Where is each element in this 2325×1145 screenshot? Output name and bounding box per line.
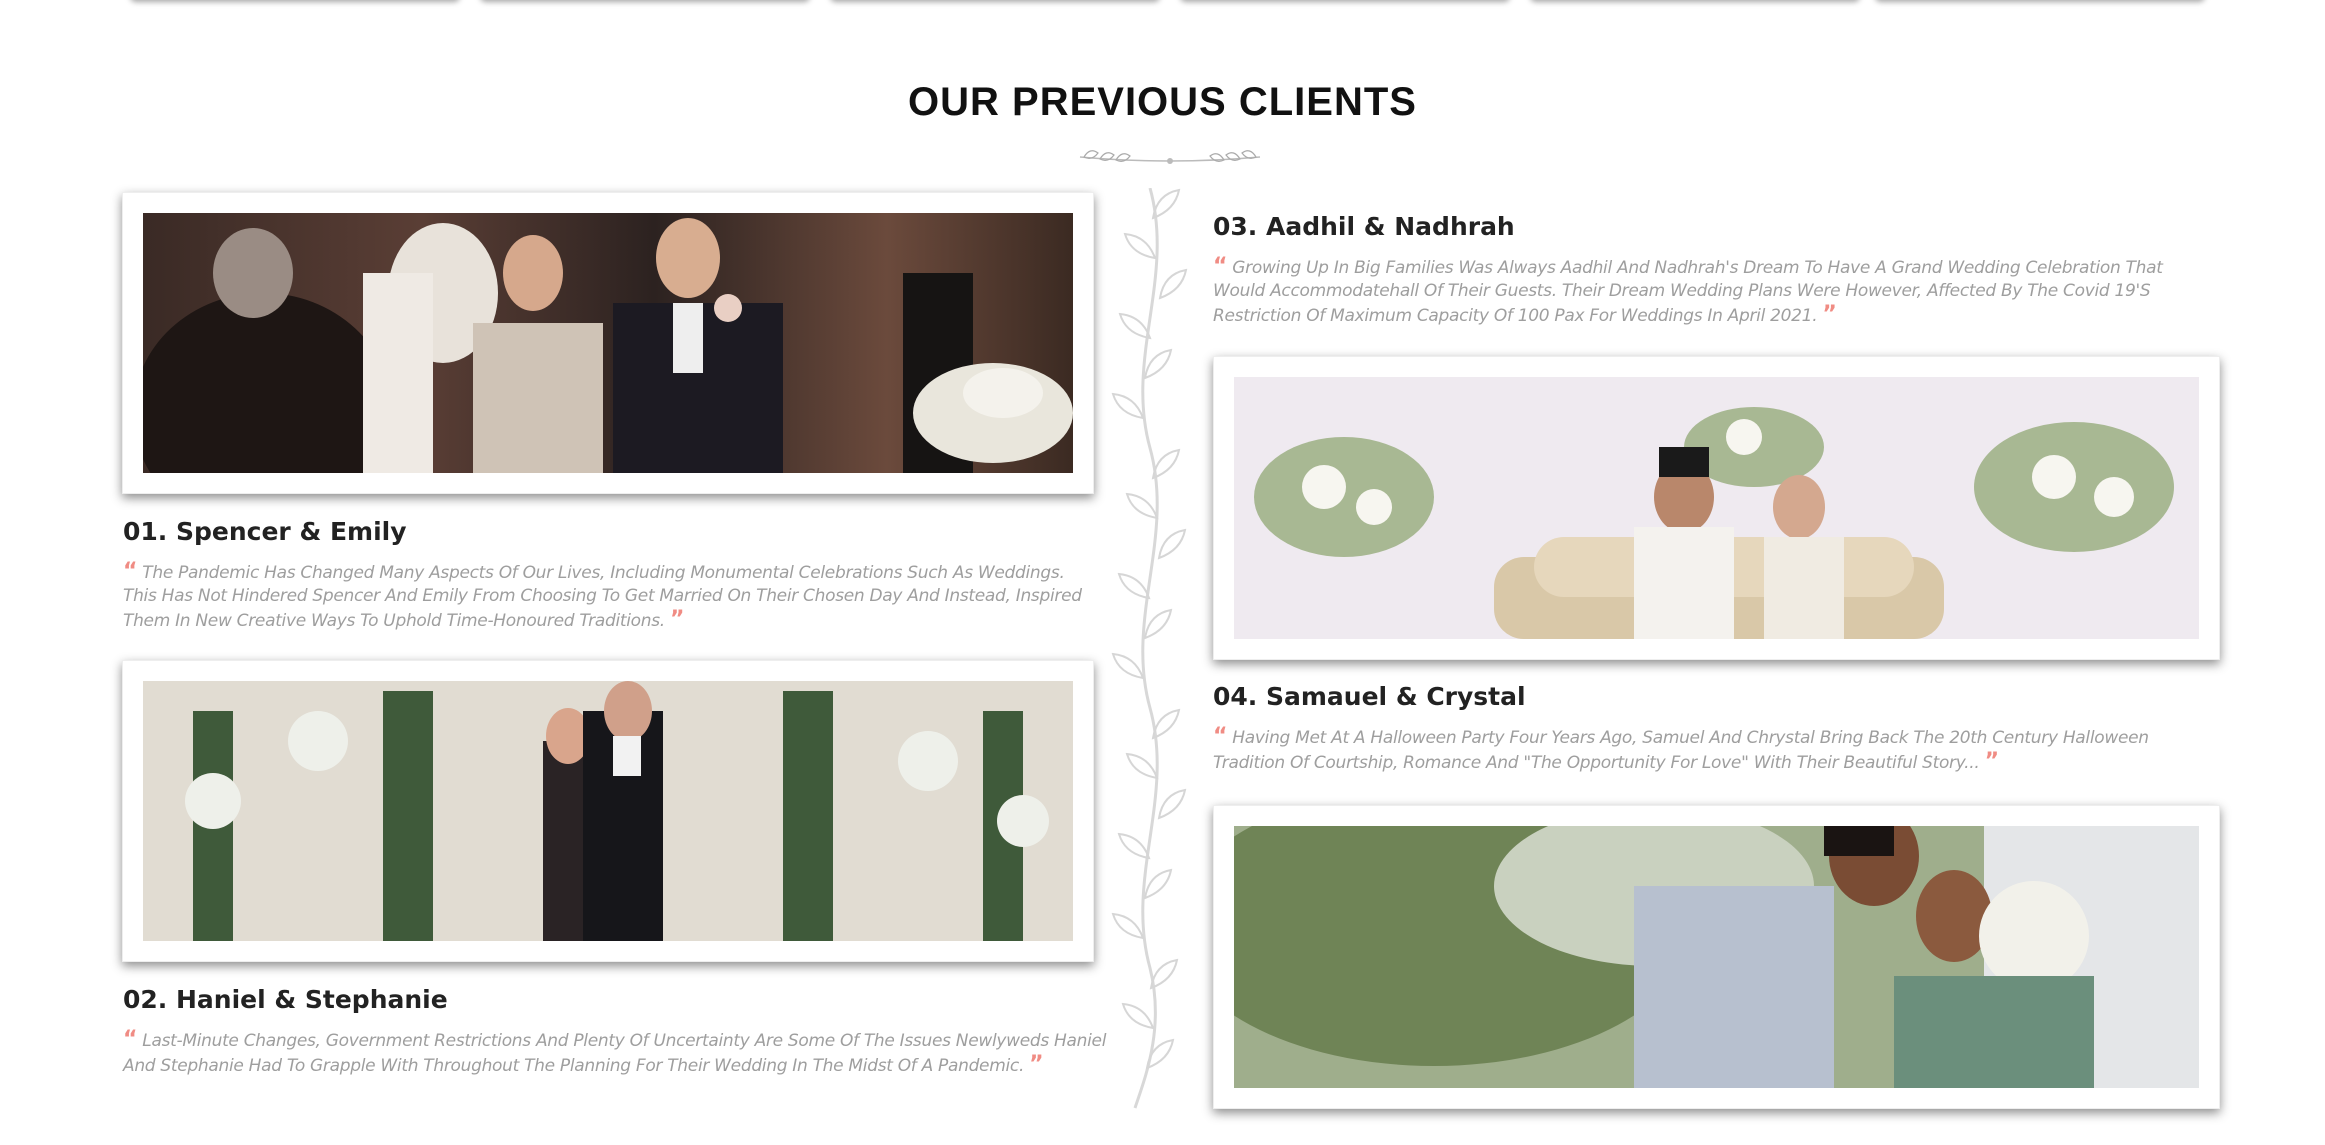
client-name-03: 03. Aadhil & Nadhrah [1213,212,1515,241]
section-title: OUR PREVIOUS CLIENTS [908,80,1417,124]
open-quote-icon: “ [1213,724,1228,749]
client-quote-03: “ Growing Up In Big Families Was Always … [1213,254,2163,327]
close-quote-icon: ” [1029,1052,1044,1077]
client-name-01: 01. Spencer & Emily [123,517,407,546]
client-quote-04: “ Having Met At A Halloween Party Four Y… [1213,724,2149,774]
client-quote-02: “ Last-Minute Changes, Government Restri… [123,1027,1107,1077]
open-quote-icon: “ [123,559,138,584]
client-name-04: 04. Samauel & Crystal [1213,682,1526,711]
client-photo-card-03[interactable] [1213,356,2220,660]
client-photo-card-01[interactable] [122,192,1094,494]
client-photo-haniel-stephanie [143,681,1073,941]
client-photo-spencer-emily [143,213,1073,473]
client-name-02: 02. Haniel & Stephanie [123,985,448,1014]
close-quote-icon: ” [1822,302,1837,327]
leaf-divider-icon [1079,150,1261,164]
client-photo-aadhil-nadhrah [1234,377,2199,639]
client-photo-card-04[interactable] [1213,805,2220,1109]
vine-decoration-icon [1111,188,1188,1109]
client-quote-01: “ The Pandemic Has Changed Many Aspects … [123,559,1082,632]
close-quote-icon: ” [670,607,685,632]
client-photo-card-02[interactable] [122,660,1094,962]
open-quote-icon: “ [1213,254,1228,279]
client-photo-samuel-crystal [1234,826,2199,1088]
open-quote-icon: “ [123,1027,138,1052]
close-quote-icon: ” [1984,749,1999,774]
